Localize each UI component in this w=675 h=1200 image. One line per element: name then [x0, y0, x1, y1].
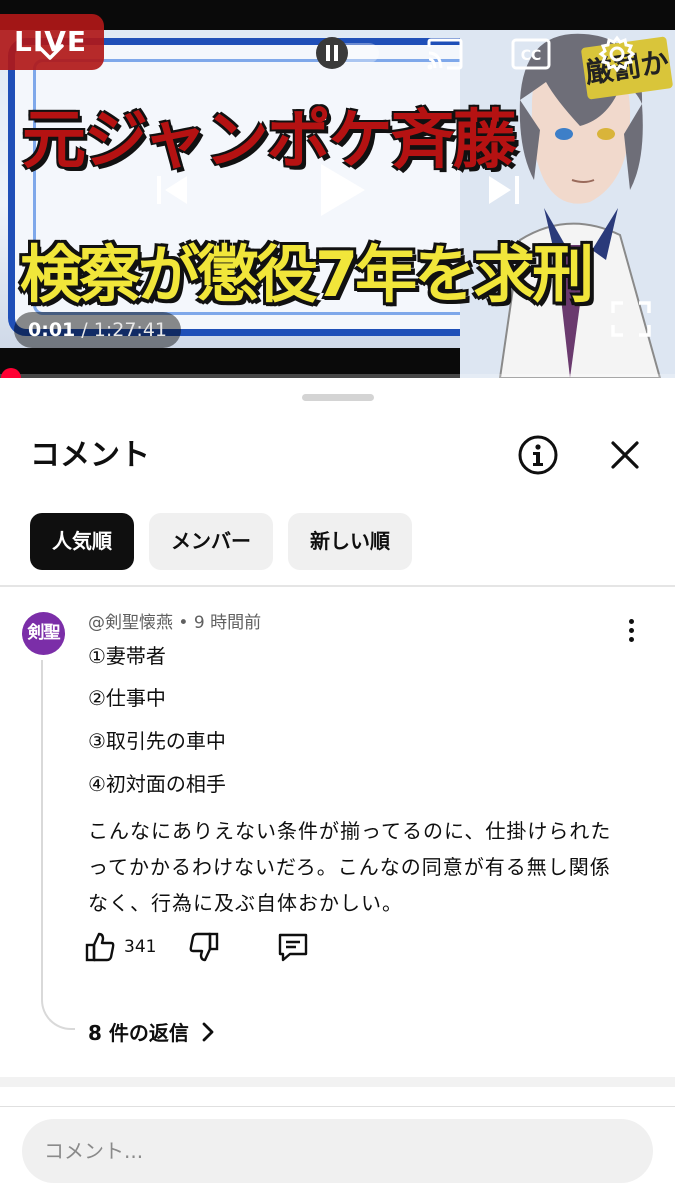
- more-options-icon[interactable]: [618, 616, 644, 648]
- video-player[interactable]: 元ジャンポケ斉藤 検察が懲役7年を求刑 厳罰か LIVE CC 0:01 / 1…: [0, 0, 675, 378]
- pause-icon[interactable]: [315, 37, 381, 69]
- comment-actions: 341: [84, 927, 310, 967]
- captions-icon[interactable]: CC: [510, 36, 552, 72]
- time-display: 0:01 / 1:27:41: [14, 312, 181, 348]
- drag-handle[interactable]: [302, 394, 374, 401]
- settings-icon[interactable]: [597, 34, 637, 74]
- sort-chips: 人気順 メンバー 新しい順: [30, 513, 412, 570]
- thumbs-down-icon: [190, 932, 219, 962]
- thumbnail-title-line2: 検察が懲役7年を求刑: [20, 238, 594, 311]
- chip-popular[interactable]: 人気順: [30, 513, 134, 570]
- comment-line: ④初対面の相手: [88, 772, 226, 796]
- thumbnail-title-line1: 元ジャンポケ斉藤: [22, 104, 517, 178]
- comment-input[interactable]: [22, 1119, 653, 1183]
- comment-time: 9 時間前: [193, 613, 262, 633]
- next-icon[interactable]: [484, 170, 524, 210]
- section-separator: [0, 1077, 675, 1087]
- thread-line: [41, 660, 75, 1030]
- total-time: 1:27:41: [93, 319, 167, 341]
- fullscreen-icon[interactable]: [610, 300, 652, 338]
- chip-newest[interactable]: 新しい順: [288, 513, 412, 570]
- comment-meta: @剣聖懐燕 • 9 時間前: [88, 612, 261, 634]
- comment-author[interactable]: @剣聖懐燕: [88, 613, 173, 633]
- play-icon[interactable]: [312, 160, 372, 220]
- close-icon[interactable]: [604, 434, 646, 476]
- comment-line: ①妻帯者: [88, 644, 166, 668]
- time-separator: /: [75, 319, 94, 341]
- divider: [0, 585, 675, 587]
- comment-line: ③取引先の車中: [88, 729, 226, 753]
- chevron-right-icon: [202, 1022, 214, 1041]
- comments-title: コメント: [30, 438, 150, 473]
- info-icon[interactable]: [517, 434, 559, 476]
- replies-label: 8 件の返信: [88, 1021, 189, 1045]
- progress-scrubber[interactable]: [1, 368, 21, 378]
- view-replies-button[interactable]: 8 件の返信: [88, 1017, 215, 1046]
- progress-track[interactable]: [0, 374, 675, 378]
- chip-members[interactable]: メンバー: [149, 513, 273, 570]
- dislike-button[interactable]: [188, 931, 220, 963]
- svg-text:CC: CC: [521, 48, 542, 64]
- avatar[interactable]: 剣聖: [22, 612, 65, 655]
- like-button[interactable]: 341: [84, 931, 156, 963]
- cast-icon[interactable]: [424, 36, 466, 72]
- reply-button[interactable]: [276, 930, 310, 964]
- previous-icon[interactable]: [152, 170, 192, 210]
- divider: [0, 1106, 675, 1107]
- comments-sheet: コメント 人気順 メンバー 新しい順 剣聖 @剣聖懐燕 • 9 時間前 ①妻帯者…: [0, 380, 675, 1200]
- thumbs-up-icon: [85, 932, 115, 962]
- comment-paragraph: こんなにありえない条件が揃ってるのに、仕掛けられたってかかるわけないだろ。こんな…: [88, 819, 612, 915]
- meta-dot: •: [178, 613, 189, 633]
- chevron-down-icon[interactable]: [30, 32, 70, 72]
- reply-icon: [279, 933, 308, 962]
- like-count: 341: [124, 937, 157, 957]
- comment-line: ②仕事中: [88, 686, 166, 710]
- current-time: 0:01: [28, 319, 76, 341]
